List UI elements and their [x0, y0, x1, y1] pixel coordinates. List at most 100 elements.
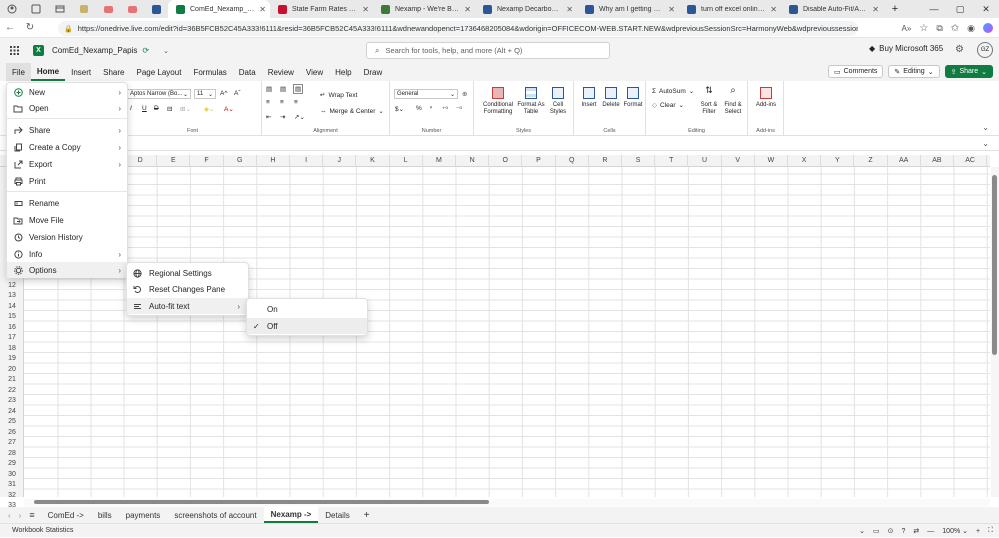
copilot-icon[interactable] [983, 23, 993, 33]
row-header[interactable]: 27 [0, 438, 24, 449]
horizontal-scroll-thumb[interactable] [34, 500, 489, 504]
sheet-tab[interactable]: payments [119, 507, 168, 523]
row-header[interactable]: 23 [0, 396, 24, 407]
minimize-icon[interactable]: — [921, 0, 947, 18]
file-menu-options[interactable]: Options › [7, 262, 129, 278]
column-header[interactable]: S [622, 155, 656, 167]
increase-decimal-icon[interactable]: ⁺⁰ [442, 105, 448, 113]
close-window-icon[interactable]: ✕ [973, 0, 999, 18]
all-sheets-menu-icon[interactable]: ≡ [29, 510, 34, 520]
row-header[interactable]: 18 [0, 344, 24, 355]
column-header[interactable]: V [722, 155, 755, 167]
format-as-table-button[interactable]: Format As Table [517, 87, 545, 116]
row-header[interactable]: 22 [0, 386, 24, 397]
wrap-text-button[interactable]: ↵ Wrap Text [320, 91, 357, 100]
row-header[interactable]: 32 [0, 491, 24, 502]
font-size-dropdown[interactable]: 11 ⌄ [194, 89, 216, 99]
autofit-text-item[interactable]: Auto-fit text › [127, 298, 248, 314]
number-format-more-icon[interactable]: ⊕ [462, 90, 467, 98]
tab-data[interactable]: Data [233, 63, 262, 81]
autofit-on-item[interactable]: On [247, 301, 367, 317]
new-tab-button[interactable]: + [883, 0, 907, 18]
app-launcher-icon[interactable] [10, 46, 19, 55]
close-tab-icon[interactable]: ✕ [259, 5, 266, 14]
column-header[interactable]: N [456, 155, 490, 167]
autosave-icon[interactable]: ⟳ [142, 46, 149, 55]
file-menu-create-copy[interactable]: Create a Copy › [7, 139, 129, 155]
accessibility-icon[interactable]: ▭ [873, 527, 880, 535]
column-header[interactable]: U [688, 155, 722, 167]
browser-tab[interactable]: Disable Auto-Fit/Auto-W ✕ [781, 0, 883, 18]
decrease-decimal-icon[interactable]: ⁻⁰ [456, 105, 462, 113]
browser-tab[interactable]: Nexamp - We're Building ✕ [373, 0, 475, 18]
percent-icon[interactable]: % [416, 105, 422, 112]
pinned-tab-icon[interactable] [96, 0, 120, 18]
row-header[interactable]: 28 [0, 449, 24, 460]
fill-color-icon[interactable]: ◈⌄ [204, 105, 214, 113]
workbook-statistics[interactable]: Workbook Statistics [12, 527, 73, 534]
underline-icon[interactable]: U [142, 105, 147, 112]
row-header[interactable]: 14 [0, 302, 24, 313]
font-name-dropdown[interactable]: Aptos Narrow (Bo... ⌄ [127, 89, 191, 99]
middle-align-icon[interactable]: ▤ [280, 85, 286, 93]
column-header[interactable]: G [224, 155, 257, 167]
align-center-icon[interactable]: ≡ [280, 99, 284, 106]
zoom-in-button[interactable]: + [976, 528, 980, 535]
reset-changes-pane-item[interactable]: Reset Changes Pane [127, 281, 248, 297]
column-header[interactable]: X [788, 155, 822, 167]
tab-file[interactable]: File [6, 63, 31, 81]
tab-share[interactable]: Share [97, 63, 130, 81]
row-header[interactable]: 24 [0, 407, 24, 418]
align-right-icon[interactable]: ≡ [294, 99, 298, 106]
horizontal-scrollbar[interactable] [24, 499, 990, 506]
currency-icon[interactable]: $⌄ [395, 105, 404, 113]
zoom-level[interactable]: 100% ⌄ [942, 527, 968, 535]
row-header[interactable]: 31 [0, 480, 24, 491]
autofit-off-item[interactable]: ✓ Off [247, 318, 367, 334]
row-header[interactable]: 15 [0, 312, 24, 323]
column-header[interactable]: I [290, 155, 324, 167]
back-icon[interactable]: ← [0, 18, 20, 38]
scroll-left-icon[interactable]: ‹ [8, 511, 11, 520]
sheet-tab[interactable]: screenshots of account [167, 507, 263, 523]
column-header[interactable]: Q [556, 155, 589, 167]
row-header[interactable]: 20 [0, 365, 24, 376]
align-left-icon[interactable]: ≡ [266, 99, 270, 106]
row-header[interactable]: 16 [0, 323, 24, 334]
ribbon-collapse-chevron-icon[interactable]: ⌄ [982, 123, 989, 132]
delete-cells-button[interactable]: Delete [600, 87, 622, 109]
pinned-tab-icon[interactable] [72, 0, 96, 18]
tab-formulas[interactable]: Formulas [187, 63, 232, 81]
browser-tab[interactable]: ComEd_Nexamp_Papis.xl ✕ [168, 0, 270, 18]
browser-profile-icon[interactable]: ◉ [967, 23, 975, 34]
workspaces-icon[interactable] [24, 0, 48, 18]
column-header[interactable]: Y [821, 155, 855, 167]
browser-tab[interactable]: turn off excel online auto ✕ [679, 0, 781, 18]
tab-home[interactable]: Home [30, 63, 66, 81]
format-cells-button[interactable]: Format [622, 87, 644, 109]
maximize-icon[interactable]: ▢ [947, 0, 973, 18]
row-header[interactable]: 12 [0, 281, 24, 292]
formula-expand-chevron-icon[interactable]: ⌄ [982, 139, 989, 148]
cell-grid[interactable] [24, 167, 990, 497]
row-header[interactable]: 17 [0, 333, 24, 344]
vertical-scrollbar[interactable] [991, 167, 999, 497]
row-header[interactable]: 21 [0, 375, 24, 386]
url-field[interactable]: 🔒 https://onedrive.live.com/edit?id=36B5… [58, 21, 858, 36]
row-header[interactable]: 29 [0, 459, 24, 470]
tab-page-layout[interactable]: Page Layout [131, 63, 188, 81]
tab-actions-icon[interactable] [48, 0, 72, 18]
subscript-icon[interactable]: ⊟ [167, 105, 172, 113]
regional-settings-item[interactable]: Regional Settings [127, 265, 248, 281]
increase-indent-icon[interactable]: ⇥ [280, 113, 285, 121]
sort-filter-button[interactable]: ⇅ Sort & Filter [698, 86, 720, 116]
file-menu-share[interactable]: Share › [7, 122, 129, 138]
column-header[interactable]: K [356, 155, 390, 167]
file-menu-version-history[interactable]: Version History [7, 229, 129, 245]
comments-button[interactable]: ▭ Comments [827, 65, 884, 78]
sheet-tab[interactable]: bills [91, 507, 119, 523]
column-header[interactable]: T [655, 155, 689, 167]
tab-view[interactable]: View [300, 63, 329, 81]
zoom-out-button[interactable]: — [927, 528, 934, 535]
formula-bar[interactable]: ⌄ [0, 137, 999, 151]
